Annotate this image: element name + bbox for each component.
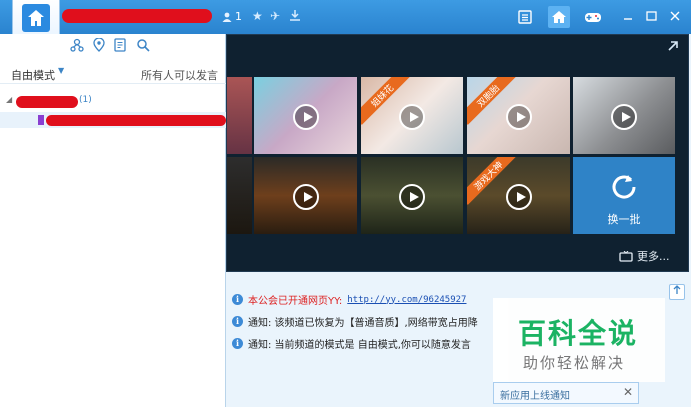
expand-icon[interactable]: ◢ <box>6 95 12 104</box>
more-label: 更多... <box>637 250 670 263</box>
channel-panel: 自由模式 ▼ 所有人可以发言 ◢ (1) <box>0 34 226 407</box>
video-thumb[interactable] <box>361 157 463 234</box>
watermark: 百科全说 助你轻松解决 <box>493 298 665 382</box>
user-icon <box>222 12 232 22</box>
video-thumb[interactable]: 双胞胎 <box>467 77 570 154</box>
watermark-title: 百科全说 <box>518 317 639 350</box>
search-icon[interactable] <box>136 38 150 52</box>
play-icon[interactable] <box>293 184 319 210</box>
video-thumb[interactable] <box>254 77 357 154</box>
new-app-notification[interactable]: 新应用上线通知 ✕ <box>493 382 639 404</box>
gamepad-icon[interactable] <box>582 6 604 28</box>
org-icon[interactable] <box>70 38 84 52</box>
tv-icon <box>619 250 633 262</box>
channel-member-count: (1) <box>79 95 92 105</box>
video-thumb[interactable] <box>573 77 675 154</box>
info-icon: i <box>232 338 243 349</box>
star-icon[interactable]: ★ <box>252 9 263 23</box>
user-count-label: 1 <box>235 10 242 23</box>
channel-toolbar <box>70 38 150 52</box>
play-icon[interactable] <box>399 104 425 130</box>
mode-selector[interactable]: 自由模式 <box>11 67 55 83</box>
watermark-subtitle: 助你轻松解决 <box>523 354 626 372</box>
video-thumb[interactable]: 姐妹花 <box>361 77 463 154</box>
close-button[interactable] <box>667 8 683 24</box>
plane-icon[interactable]: ✈ <box>270 9 280 23</box>
redacted-member-name <box>46 115 226 126</box>
play-icon[interactable] <box>611 104 637 130</box>
message-item: i 通知: 该频道已恢复为【普通音质】,网络带宽占用降 <box>232 314 478 329</box>
video-thumb[interactable] <box>227 77 252 154</box>
download-icon[interactable] <box>289 9 301 24</box>
home-icon[interactable] <box>548 6 570 28</box>
collapse-arrow-icon[interactable] <box>666 39 684 57</box>
play-icon[interactable] <box>399 184 425 210</box>
maximize-button[interactable] <box>643 8 659 24</box>
message-text: 通知: 当前频道的模式是 自由模式,你可以随意发言 <box>248 340 471 351</box>
close-icon[interactable]: ✕ <box>623 385 633 399</box>
channel-tree-item[interactable]: ◢ (1) <box>0 94 226 110</box>
refresh-icon <box>612 175 636 199</box>
redacted-channel-name <box>62 9 212 23</box>
refresh-label: 换一批 <box>607 213 641 226</box>
minimize-button[interactable] <box>620 8 636 24</box>
mode-row[interactable]: 自由模式 ▼ 所有人可以发言 <box>0 64 226 84</box>
play-icon[interactable] <box>506 184 532 210</box>
info-icon: i <box>232 294 243 305</box>
location-icon[interactable] <box>92 38 106 52</box>
home-logo-icon <box>22 4 50 32</box>
message-item: i 通知: 当前频道的模式是 自由模式,你可以随意发言 <box>232 336 471 351</box>
refresh-batch-button[interactable]: 换一批 <box>573 157 675 234</box>
play-icon[interactable] <box>506 104 532 130</box>
recommend-video-panel: 姐妹花 双胞胎 游戏大神 换一批 更多... <box>226 34 689 272</box>
list-icon[interactable] <box>514 6 536 28</box>
video-thumb[interactable]: 游戏大神 <box>467 157 570 234</box>
message-scrollbar[interactable] <box>665 272 689 407</box>
play-icon[interactable] <box>293 104 319 130</box>
info-icon: i <box>232 316 243 327</box>
video-thumb[interactable] <box>254 157 357 234</box>
member-badge-icon <box>38 115 44 125</box>
edit-icon[interactable] <box>114 38 128 52</box>
sub-channel-item[interactable] <box>0 112 226 128</box>
notification-title: 新应用上线通知 <box>500 391 570 402</box>
web-yy-link[interactable]: http://yy.com/96245927 <box>347 295 466 305</box>
speak-permission-label: 所有人可以发言 <box>141 69 218 82</box>
video-thumb[interactable] <box>227 157 252 234</box>
chevron-down-icon[interactable]: ▼ <box>58 66 64 75</box>
message-text: 通知: 该频道已恢复为【普通音质】,网络带宽占用降 <box>248 318 478 329</box>
scroll-up-button[interactable] <box>669 284 685 300</box>
message-item: i 本公会已开通网页YY: http://yy.com/96245927 <box>232 292 466 307</box>
online-user-count: 1 <box>222 10 242 23</box>
redacted-channel-label <box>16 96 78 108</box>
message-text: 本公会已开通网页YY: <box>248 296 343 307</box>
more-link[interactable]: 更多... <box>619 248 670 264</box>
title-bar: 1 ★ ✈ <box>0 0 691 34</box>
